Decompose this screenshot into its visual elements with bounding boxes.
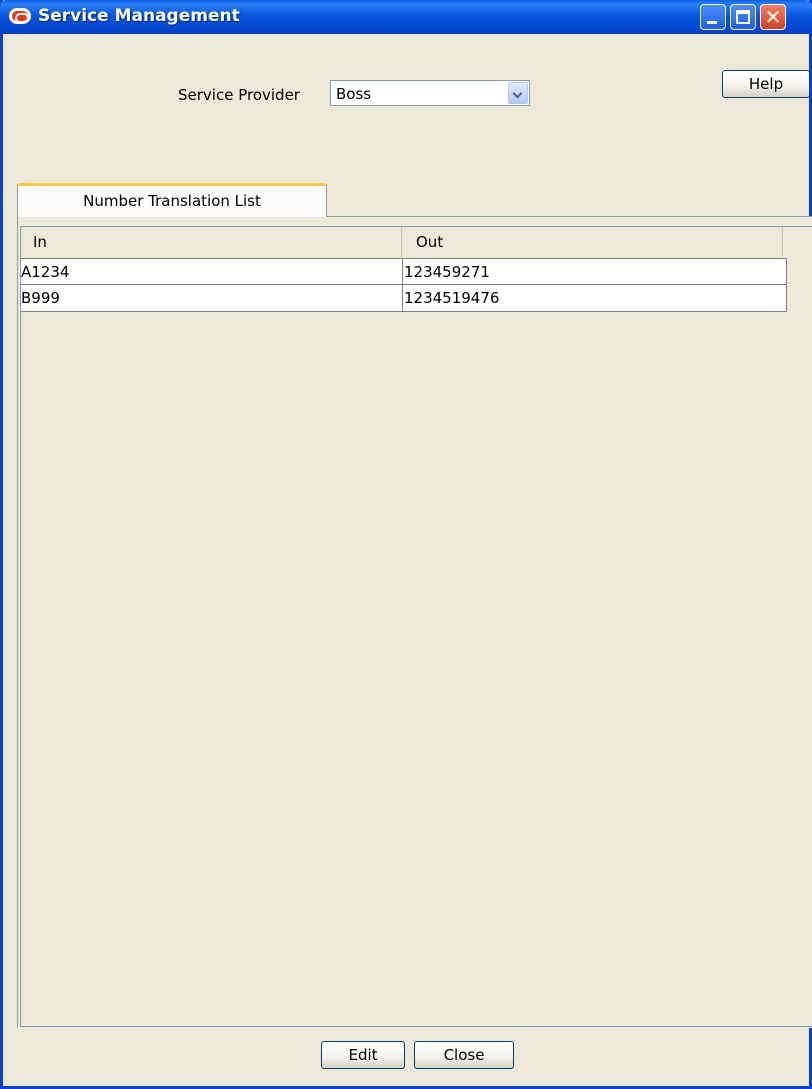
- service-provider-value: Boss: [336, 85, 372, 103]
- help-button[interactable]: Help: [722, 70, 810, 98]
- table-cell-in: A1234: [21, 259, 403, 286]
- title-bar[interactable]: Service Management ✕: [0, 0, 812, 34]
- table-cell-out: 1234519476: [403, 285, 787, 312]
- edit-button[interactable]: Edit: [321, 1041, 405, 1069]
- service-provider-select[interactable]: Boss: [330, 80, 530, 106]
- tab-number-translation-list[interactable]: Number Translation List: [17, 183, 327, 217]
- number-translation-table: In Out A1234 123459271 B999 1234519476: [20, 226, 812, 1027]
- table-row[interactable]: A1234 123459271: [21, 258, 787, 286]
- table-header: In Out: [21, 227, 786, 257]
- minimize-icon: [707, 21, 717, 24]
- table-row[interactable]: B999 1234519476: [21, 285, 787, 312]
- maximize-button[interactable]: [730, 4, 756, 30]
- window-close-button[interactable]: ✕: [760, 4, 786, 30]
- table-cell-in: B999: [21, 285, 403, 312]
- service-provider-label: Service Provider: [178, 86, 300, 104]
- maximize-icon: [736, 10, 750, 24]
- oracle-logo-icon: [9, 8, 31, 24]
- column-header-out[interactable]: Out: [402, 227, 783, 257]
- close-button[interactable]: Close: [414, 1041, 514, 1069]
- window-title: Service Management: [38, 6, 240, 26]
- service-management-window: Service Management ✕ Service Provider Bo…: [0, 0, 812, 1089]
- column-header-in[interactable]: In: [21, 227, 402, 257]
- minimize-button[interactable]: [700, 4, 726, 30]
- chevron-down-icon: [512, 88, 523, 99]
- dropdown-button[interactable]: [508, 82, 528, 104]
- close-icon: ✕: [764, 5, 782, 29]
- table-cell-out: 123459271: [403, 259, 787, 286]
